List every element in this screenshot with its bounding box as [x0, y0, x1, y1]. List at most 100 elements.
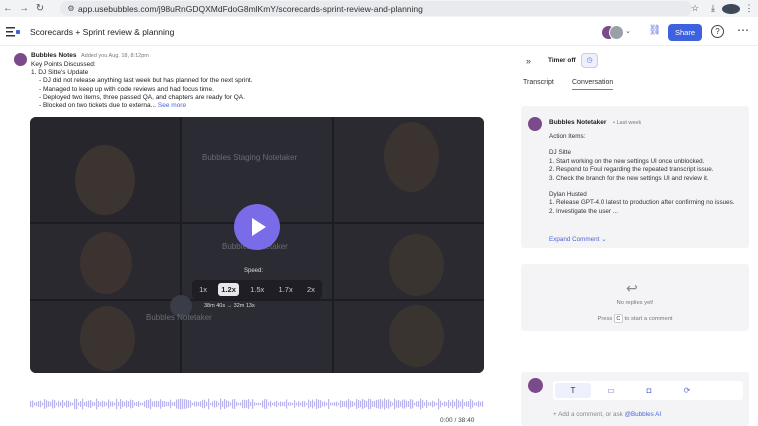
download-icon[interactable]: ⤓: [704, 3, 722, 14]
waveform-bar: [346, 400, 348, 408]
waveform-bar: [434, 401, 436, 407]
waveform-bar: [104, 401, 106, 407]
waveform-bar: [170, 399, 172, 409]
waveform-bar: [102, 400, 104, 408]
text-mode-icon[interactable]: T: [555, 383, 591, 398]
note-line: 1. DJ Sitte's Update: [31, 69, 89, 77]
waveform-bar: [60, 401, 62, 407]
participant-face: [389, 234, 444, 296]
site-info-icon[interactable]: ⚙: [64, 4, 78, 13]
address-bar[interactable]: ⚙ app.usebubbles.com/j98uRnGDQXMdFdoG8ml…: [60, 1, 692, 16]
timer-label: Timer off: [548, 57, 576, 64]
bookmark-star-icon[interactable]: ☆: [686, 3, 704, 14]
chevron-down-icon[interactable]: ⌄: [625, 27, 631, 35]
ai-icon[interactable]: ⟳: [669, 383, 705, 398]
reload-icon[interactable]: ↻: [32, 0, 48, 17]
waveform-bar: [478, 400, 480, 408]
waveform-bar: [92, 401, 94, 407]
waveform-bar: [292, 402, 294, 406]
menu-icon[interactable]: [6, 26, 20, 38]
waveform-bar: [282, 401, 284, 407]
waveform-bar: [216, 401, 218, 407]
profile-avatar[interactable]: J: [722, 3, 740, 14]
waveform-bar: [192, 402, 194, 406]
waveform-bar: [390, 401, 392, 407]
speed-option-2x[interactable]: 2x: [304, 283, 318, 296]
waveform-bar: [32, 400, 34, 408]
waveform-bar: [100, 401, 102, 407]
expand-comment-button[interactable]: Expand Comment ⌄: [549, 236, 606, 243]
more-options-icon[interactable]: ⋯: [737, 23, 749, 37]
hint-suffix: to start a comment: [624, 316, 673, 322]
waveform-bar: [208, 398, 210, 410]
waveform-bar: [298, 401, 300, 407]
collapse-panel-icon[interactable]: »: [526, 56, 531, 66]
video-tile: [334, 224, 484, 299]
help-icon[interactable]: ?: [711, 25, 724, 38]
playback-time: 0:00 / 38:40: [440, 417, 475, 424]
play-button[interactable]: [234, 204, 280, 250]
shortcut-key: C: [613, 314, 623, 323]
video-record-icon[interactable]: ◘: [631, 383, 667, 398]
video-tile: [334, 301, 484, 373]
timer-icon[interactable]: ◷: [581, 53, 598, 68]
waveform-bar: [324, 401, 326, 407]
comment-input[interactable]: + Add a comment, or ask @Bubbles AI: [553, 411, 661, 418]
tab-conversation[interactable]: Conversation: [572, 79, 614, 90]
waveform-bar: [378, 399, 380, 409]
waveform-bar: [200, 401, 202, 407]
waveform-bar: [172, 402, 174, 406]
comment-body: Action Items: DJ Sitte 1. Start working …: [549, 133, 744, 216]
playback-speed-selector: 1x 1.2x 1.5x 1.7x 2x: [192, 280, 322, 299]
participants-avatars[interactable]: ⌄: [601, 25, 631, 41]
waveform-bar: [314, 401, 316, 407]
speed-option-1-2x[interactable]: 1.2x: [218, 283, 239, 296]
video-tile: [334, 117, 484, 222]
back-icon[interactable]: ←: [0, 0, 16, 17]
waveform-bar: [226, 400, 228, 408]
comment-line: 1. Release GPT-4.0 latest to production …: [549, 199, 735, 207]
see-more-link[interactable]: See more: [158, 102, 186, 109]
speed-option-1-7x[interactable]: 1.7x: [276, 283, 296, 296]
speed-option-1x[interactable]: 1x: [196, 283, 210, 296]
share-button[interactable]: Share: [668, 24, 702, 41]
tab-transcript[interactable]: Transcript: [523, 79, 554, 86]
waveform-bar: [244, 399, 246, 409]
waveform-bar: [146, 399, 148, 409]
waveform-bar: [128, 401, 130, 407]
waveform-bar: [280, 401, 282, 407]
waveform-bar: [428, 402, 430, 406]
waveform-bar: [88, 400, 90, 408]
waveform-bar: [438, 398, 440, 410]
waveform-bar: [388, 399, 390, 409]
waveform-bar: [306, 402, 308, 406]
waveform-bar: [276, 400, 278, 408]
page-title: Scorecards + Sprint review & planning: [30, 27, 175, 37]
waveform-bar: [312, 399, 314, 409]
waveform-bar: [480, 401, 482, 407]
forward-icon[interactable]: →: [16, 0, 32, 17]
tile-label: Bubbles Staging Notetaker: [202, 153, 298, 162]
waveform-bar: [270, 400, 272, 408]
note-line-last: - Blocked on two tickets due to externa.…: [31, 102, 461, 110]
waveform-bar: [236, 401, 238, 407]
browser-menu-icon[interactable]: ⋮: [740, 3, 758, 14]
speed-option-1-5x[interactable]: 1.5x: [247, 283, 267, 296]
waveform-bar: [374, 400, 376, 408]
waveform-bar: [214, 400, 216, 408]
video-player[interactable]: Bubbles Staging Notetaker Bubbles Noteta…: [30, 117, 484, 373]
waveform-bar: [470, 398, 472, 410]
waveform-bar: [180, 398, 182, 410]
waveform-bar: [364, 399, 366, 409]
waveform-bar: [310, 400, 312, 408]
waveform-bar: [460, 401, 462, 407]
waveform-bar: [240, 402, 242, 406]
waveform-bar: [148, 400, 150, 408]
expand-comment-label: Expand Comment: [549, 236, 600, 243]
waveform-bar: [126, 400, 128, 408]
participant-face: [80, 306, 135, 371]
audio-waveform[interactable]: [30, 397, 484, 411]
screen-record-icon[interactable]: ▭: [593, 383, 629, 398]
link-icon[interactable]: ⛓: [648, 25, 662, 39]
comment-line: DJ Sitte: [549, 149, 572, 157]
